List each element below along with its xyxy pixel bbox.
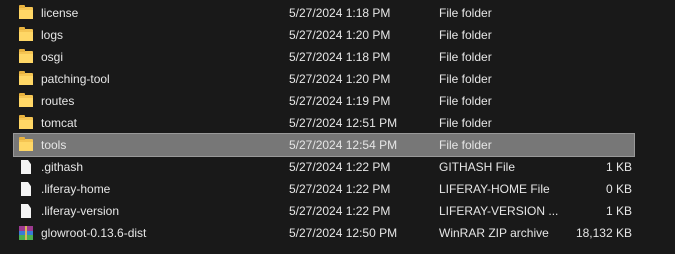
file-icon: [19, 182, 35, 196]
file-name: .githash: [41, 160, 84, 174]
file-name: patching-tool: [41, 72, 110, 86]
date-modified: 5/27/2024 1:20 PM: [289, 28, 391, 42]
file-row[interactable]: .githash 5/27/2024 1:22 PM GITHASH File …: [14, 156, 634, 178]
folder-icon: [19, 137, 35, 152]
file-type: LIFERAY-HOME File: [439, 182, 550, 196]
folder-icon: [19, 27, 35, 42]
file-name: tools: [41, 138, 67, 152]
file-row[interactable]: osgi 5/27/2024 1:18 PM File folder: [14, 46, 634, 68]
file-type: File folder: [439, 50, 492, 64]
file-name: .liferay-version: [41, 204, 120, 218]
date-modified: 5/27/2024 12:51 PM: [289, 116, 398, 130]
file-name: license: [41, 6, 79, 20]
file-name: tomcat: [41, 116, 78, 130]
file-name: routes: [41, 94, 75, 108]
file-icon: [19, 204, 35, 218]
file-size: 0 KB: [605, 182, 632, 196]
file-type: LIFERAY-VERSION ...: [439, 204, 559, 218]
file-row[interactable]: .liferay-home 5/27/2024 1:22 PM LIFERAY-…: [14, 178, 634, 200]
date-modified: 5/27/2024 1:22 PM: [289, 182, 391, 196]
file-icon: [19, 160, 35, 174]
file-row[interactable]: logs 5/27/2024 1:20 PM File folder: [14, 24, 634, 46]
file-size: 18,132 KB: [575, 226, 632, 240]
file-row[interactable]: routes 5/27/2024 1:19 PM File folder: [14, 90, 634, 112]
file-type: File folder: [439, 28, 492, 42]
date-modified: 5/27/2024 1:19 PM: [289, 94, 391, 108]
file-name: logs: [41, 28, 64, 42]
file-row[interactable]: patching-tool 5/27/2024 1:20 PM File fol…: [14, 68, 634, 90]
folder-icon: [19, 93, 35, 108]
date-modified: 5/27/2024 1:22 PM: [289, 204, 391, 218]
file-type: WinRAR ZIP archive: [439, 226, 549, 240]
folder-icon: [19, 5, 35, 20]
file-type: File folder: [439, 94, 492, 108]
date-modified: 5/27/2024 1:18 PM: [289, 50, 391, 64]
date-modified: 5/27/2024 1:22 PM: [289, 160, 391, 174]
date-modified: 5/27/2024 1:18 PM: [289, 6, 391, 20]
date-modified: 5/27/2024 1:20 PM: [289, 72, 391, 86]
file-type: File folder: [439, 116, 492, 130]
file-name: glowroot-0.13.6-dist: [41, 226, 147, 240]
folder-icon: [19, 49, 35, 64]
date-modified: 5/27/2024 12:54 PM: [289, 138, 398, 152]
file-size: 1 KB: [605, 160, 632, 174]
file-type: File folder: [439, 6, 492, 20]
folder-icon: [19, 115, 35, 130]
file-row[interactable]: license 5/27/2024 1:18 PM File folder: [14, 2, 634, 24]
file-row[interactable]: glowroot-0.13.6-dist 5/27/2024 12:50 PM …: [14, 222, 634, 244]
folder-icon: [19, 71, 35, 86]
file-type: GITHASH File: [439, 160, 516, 174]
file-row-selected[interactable]: tools 5/27/2024 12:54 PM File folder: [13, 133, 635, 157]
file-size: 1 KB: [605, 204, 632, 218]
file-type: File folder: [439, 138, 492, 152]
file-type: File folder: [439, 72, 492, 86]
file-row[interactable]: .liferay-version 5/27/2024 1:22 PM LIFER…: [14, 200, 634, 222]
archive-icon: [19, 226, 35, 240]
file-list: license 5/27/2024 1:18 PM File folder lo…: [0, 0, 675, 254]
file-name: .liferay-home: [41, 182, 111, 196]
file-row[interactable]: tomcat 5/27/2024 12:51 PM File folder: [14, 112, 634, 134]
file-name: osgi: [41, 50, 64, 64]
date-modified: 5/27/2024 12:50 PM: [289, 226, 398, 240]
